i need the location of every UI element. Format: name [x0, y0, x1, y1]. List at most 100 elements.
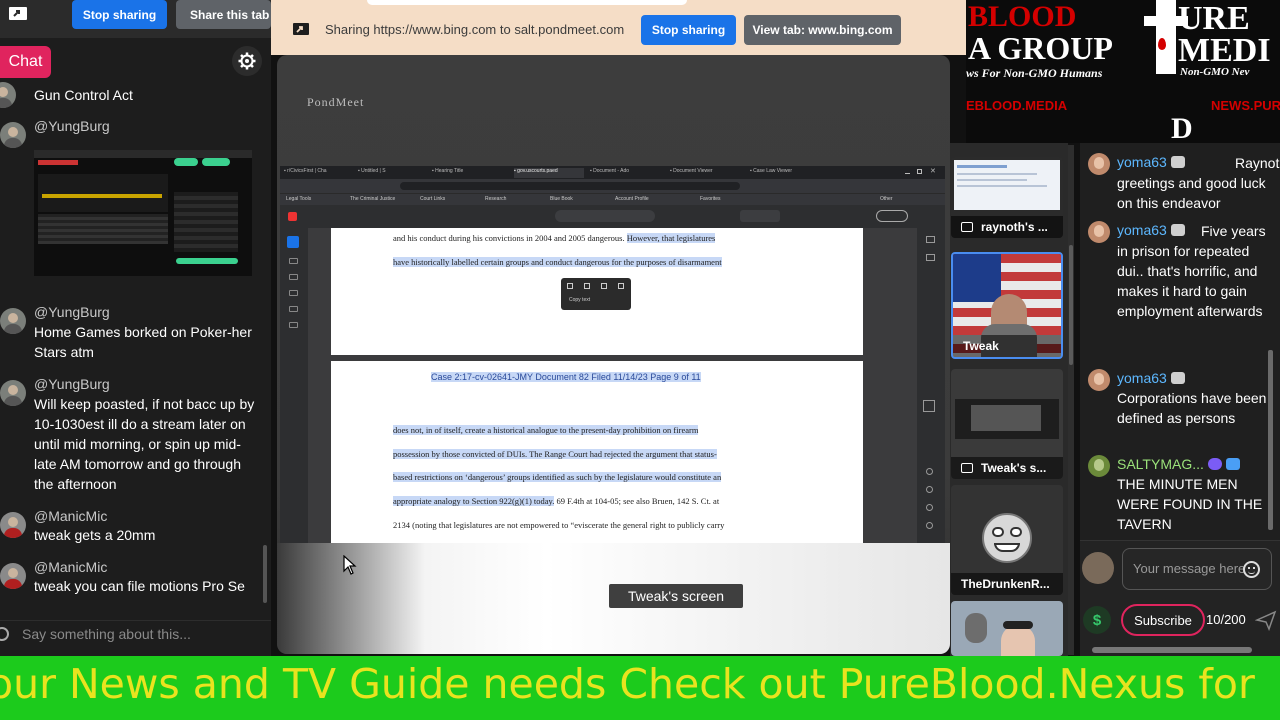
send-icon[interactable] — [1255, 609, 1277, 631]
ticker-text: our News and TV Guide needs Check out Pu… — [0, 660, 1255, 708]
cross-logo — [1156, 0, 1176, 74]
gear-icon — [238, 52, 256, 70]
avatar — [1088, 221, 1110, 243]
screen-owner-label: Tweak's screen — [609, 584, 743, 608]
emoji-avatar — [982, 513, 1032, 563]
stop-sharing-button[interactable]: Stop sharing — [641, 15, 736, 45]
chat-message: @ManicMic tweak gets a 20mm — [0, 504, 262, 550]
browser-tab-strip: ▪ r/CivicsFirst | Cha ▪ Untitled | S ▪ H… — [280, 166, 945, 179]
stop-sharing-button-left[interactable]: Stop sharing — [72, 0, 167, 29]
participant-tile[interactable]: raynoth's ... — [951, 157, 1063, 238]
pdf-line: have historically labelled certain group… — [393, 257, 722, 267]
sharing-status-text: Sharing https://www.bing.com to salt.pon… — [325, 22, 625, 37]
blood-drop-icon — [1158, 38, 1166, 50]
chat-tab[interactable]: Chat — [0, 46, 51, 78]
select-tool-icon[interactable] — [287, 236, 299, 248]
participant-tile[interactable] — [951, 601, 1063, 656]
pdf-share-button[interactable] — [876, 210, 908, 222]
participant-name: Tweak — [953, 335, 1061, 357]
chat-scrollbar[interactable] — [263, 545, 267, 603]
participant-tile[interactable]: TheDrunkenR... — [951, 485, 1063, 595]
participant-tile[interactable]: Tweak's s... — [951, 369, 1063, 479]
avatar — [1088, 455, 1110, 477]
chat-horizontal-scrollbar[interactable] — [1092, 647, 1252, 653]
subscribe-button[interactable]: Subscribe — [1121, 604, 1205, 636]
chat-message-text: Corporations have been defined as person… — [1117, 390, 1267, 426]
comment-tool-icon[interactable] — [289, 258, 298, 264]
participant-name: Tweak's s... — [951, 457, 1063, 479]
chat-message-text: Will keep poasted, if not bacc up by 10-… — [34, 396, 255, 492]
screen-share-icon — [961, 222, 973, 232]
chat-message-placeholder: Your message here — [1133, 561, 1246, 576]
left-share-bar: Stop sharing Share this tab i — [0, 0, 271, 38]
pdf-right-tools — [917, 228, 945, 543]
chat-message-text: tweak gets a 20mm — [34, 527, 156, 543]
chat-username: @ManicMic — [34, 508, 108, 524]
share-this-tab-button[interactable]: Share this tab i — [176, 0, 271, 29]
say-something-placeholder: Say something about this... — [22, 626, 191, 642]
badge-icon — [1225, 458, 1240, 470]
tip-dollar-button[interactable]: $ — [1083, 606, 1111, 634]
screen-share-icon — [961, 463, 973, 473]
pondmeet-watermark: PondMeet — [307, 95, 365, 109]
pdf-line: and his conduct during his convictions i… — [393, 233, 716, 243]
left-chat-panel: Stop sharing Share this tab i Chat Gun C… — [0, 0, 271, 656]
banner-text: ws For Non-GMO Humans — [966, 66, 1103, 80]
chat-message-text: Home Games borked on Poker-her Stars atm — [34, 324, 252, 360]
avatar — [0, 512, 26, 538]
pdf-toolbar — [280, 205, 945, 228]
chat-message-text: Five years in prison for repeated dui.. … — [1117, 223, 1266, 319]
banner-text: MEDI — [1178, 32, 1271, 69]
sharebar-top-tab — [367, 0, 687, 5]
avatar — [0, 563, 26, 589]
chat-message-text: THE MINUTE MEN WERE FOUND IN THE TAVERN — [1117, 476, 1263, 532]
chat-message-text: Raynoth greetings and good luck on this … — [1117, 155, 1280, 211]
chat-message: @YungBurg Home Games borked on Poker-her… — [0, 300, 262, 370]
right-chat-scrollbar[interactable] — [1268, 350, 1273, 530]
news-ticker: our News and TV Guide needs Check out Pu… — [0, 656, 1280, 720]
chat-message-text: tweak you can file motions Pro Se — [34, 578, 245, 594]
search-tool-icon[interactable] — [289, 322, 298, 328]
my-avatar — [1082, 552, 1114, 584]
pdf-view-toggle[interactable] — [740, 210, 780, 222]
chat-username: @ManicMic — [34, 559, 108, 575]
character-count: 10/200 — [1206, 612, 1246, 627]
banner-text: A GROUP — [968, 30, 1113, 66]
settings-button[interactable] — [232, 46, 262, 76]
mouse-cursor-icon — [343, 555, 357, 575]
pdf-page-8: and his conduct during his convictions i… — [331, 228, 863, 355]
pdf-zoom-control[interactable] — [555, 210, 655, 222]
participant-name: raynoth's ... — [951, 216, 1063, 238]
pdf-line: possession by those convicted of DUIs. T… — [393, 449, 717, 459]
pdf-viewport: and his conduct during his convictions i… — [308, 228, 917, 543]
tiles-scrollbar[interactable] — [1068, 145, 1074, 655]
chat-message-text: Gun Control Act — [34, 87, 133, 103]
avatar — [0, 122, 26, 148]
banner-text: Non-GMO Nev — [1180, 66, 1250, 78]
selection-popup-menu[interactable]: Copy text — [561, 278, 631, 310]
chat-username: yoma63 — [1117, 370, 1185, 386]
participant-name: TheDrunkenR... — [951, 573, 1063, 595]
view-tab-button[interactable]: View tab: www.bing.com — [744, 15, 901, 45]
pdf-app-icon — [288, 212, 297, 221]
banner-text: EBLOOD.MEDIA — [966, 98, 1068, 113]
chat-username: SALTYMAG... — [1117, 456, 1240, 472]
eraser-tool-icon[interactable] — [289, 290, 298, 296]
copy-text-option[interactable]: Copy text — [569, 297, 590, 303]
chat-message: Gun Control Act — [0, 80, 262, 108]
participant-tile-active[interactable]: Tweak — [951, 252, 1063, 359]
sharing-bar: Sharing https://www.bing.com to salt.pon… — [271, 0, 966, 55]
text-tool-icon[interactable] — [289, 306, 298, 312]
browser-url-field[interactable] — [400, 182, 740, 190]
pdf-left-tools — [280, 228, 308, 543]
chat-image-attachment[interactable] — [34, 150, 252, 276]
avatar — [0, 380, 26, 406]
pdf-line: appropriate analogy to Section 922(g)(1)… — [393, 496, 720, 506]
pen-tool-icon[interactable] — [289, 274, 298, 280]
chat-username: @YungBurg — [34, 118, 110, 134]
pdf-case-header: Case 2:17-cv-02641-JMY Document 82 Filed… — [431, 372, 701, 382]
pdf-line: based restrictions on ‘dangerous’ groups… — [393, 472, 722, 482]
emoji-icon[interactable] — [1243, 561, 1260, 578]
avatar — [1088, 153, 1110, 175]
banner-text: NEWS.PURI — [1211, 98, 1280, 113]
